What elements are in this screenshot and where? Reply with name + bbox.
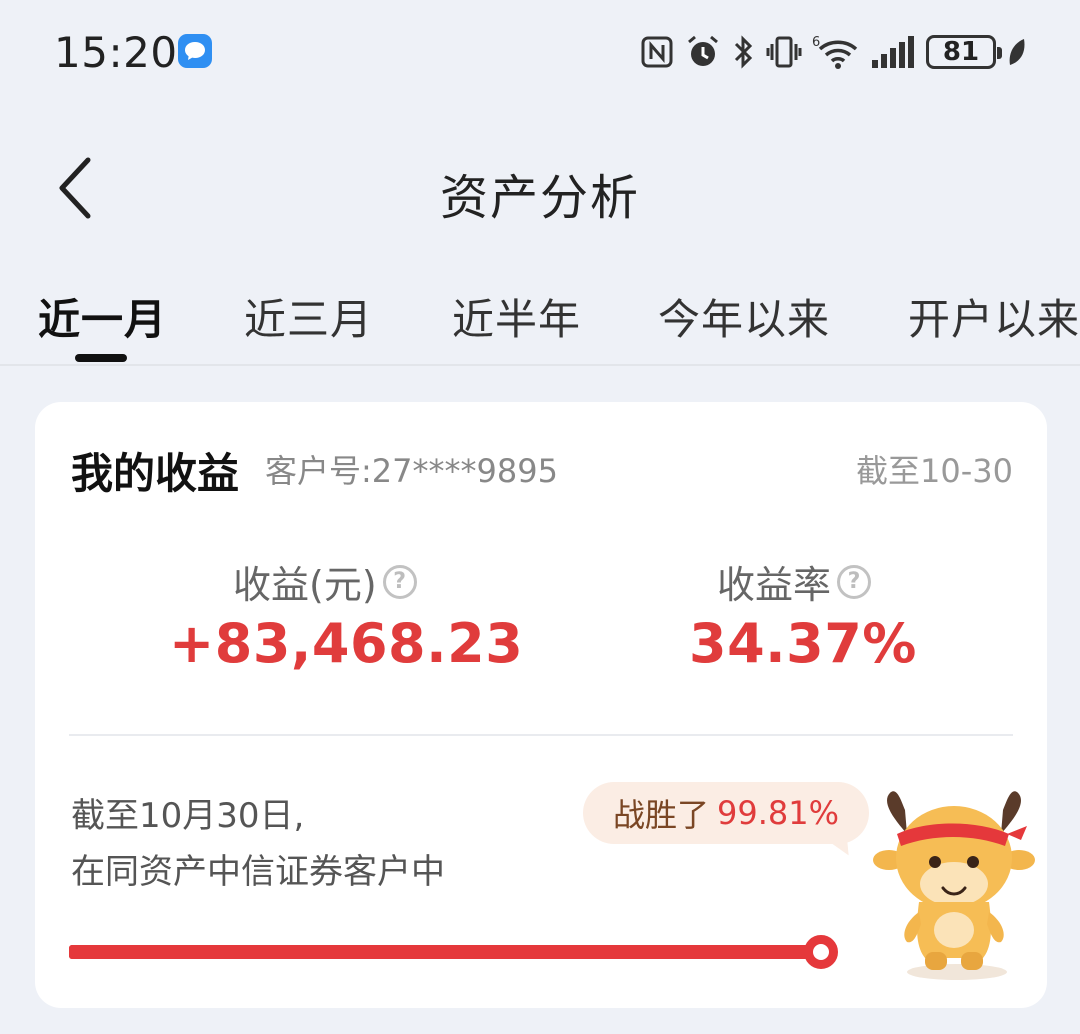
help-icon[interactable]: ? [382, 564, 417, 599]
vibrate-icon [766, 36, 802, 68]
profit-value: +83,468.23 [169, 612, 524, 675]
status-time: 15:20 [54, 28, 178, 77]
wifi-6-icon: 6 [812, 35, 858, 69]
nfc-icon [641, 36, 673, 68]
tab-since-account-opening[interactable]: 开户以来 [908, 286, 1080, 347]
status-bar: 15:20 6 81 [0, 0, 1080, 105]
beat-label: 战胜了 [613, 796, 710, 834]
profit-label: 收益(元) [233, 563, 377, 607]
battery-icon: 81 [926, 35, 1002, 69]
ranking-progress-bar [69, 945, 809, 959]
card-title: 我的收益 [71, 449, 240, 498]
profit-label-group: 收益(元) ? [233, 554, 417, 609]
beat-value: 99.81% [717, 794, 840, 832]
eco-leaf-icon [1009, 39, 1025, 65]
progress-knob [804, 935, 838, 969]
alarm-icon [688, 35, 718, 66]
profit-rate-value: 34.37% [689, 612, 917, 675]
battery-level: 81 [942, 37, 980, 67]
cellular-signal-icon [872, 36, 914, 68]
nav-bar: 资产分析 [0, 110, 1080, 260]
page-title: 资产分析 [439, 170, 640, 226]
profit-rate-label-group: 收益率 ? [717, 554, 872, 609]
bluetooth-icon [734, 35, 753, 69]
period-tabs: 近一月 近三月 近半年 今年以来 开户以来 [0, 272, 1080, 366]
progress-fill [69, 945, 808, 959]
profit-card: 我的收益 客户号:27****9895 截至10-30 收益(元) ? +83,… [35, 402, 1047, 1008]
divider [69, 734, 1013, 736]
tab-last-three-months[interactable]: 近三月 [244, 286, 373, 347]
bull-mascot-icon [873, 791, 1035, 980]
tab-active-indicator [75, 354, 127, 362]
help-icon[interactable]: ? [837, 564, 872, 599]
profit-rate-label: 收益率 [717, 563, 832, 607]
tab-last-month[interactable]: 近一月 [38, 286, 167, 347]
tab-last-half-year[interactable]: 近半年 [452, 286, 581, 347]
as-of-date: 截至10-30 [856, 452, 1013, 490]
tab-year-to-date[interactable]: 今年以来 [658, 286, 830, 347]
customer-number: 客户号:27****9895 [265, 452, 558, 490]
ranking-date-text: 截至10月30日, [71, 796, 305, 836]
message-app-icon [178, 34, 212, 68]
ranking-description-text: 在同资产中信证券客户中 [71, 852, 445, 892]
system-icons: 6 81 [640, 30, 1028, 74]
